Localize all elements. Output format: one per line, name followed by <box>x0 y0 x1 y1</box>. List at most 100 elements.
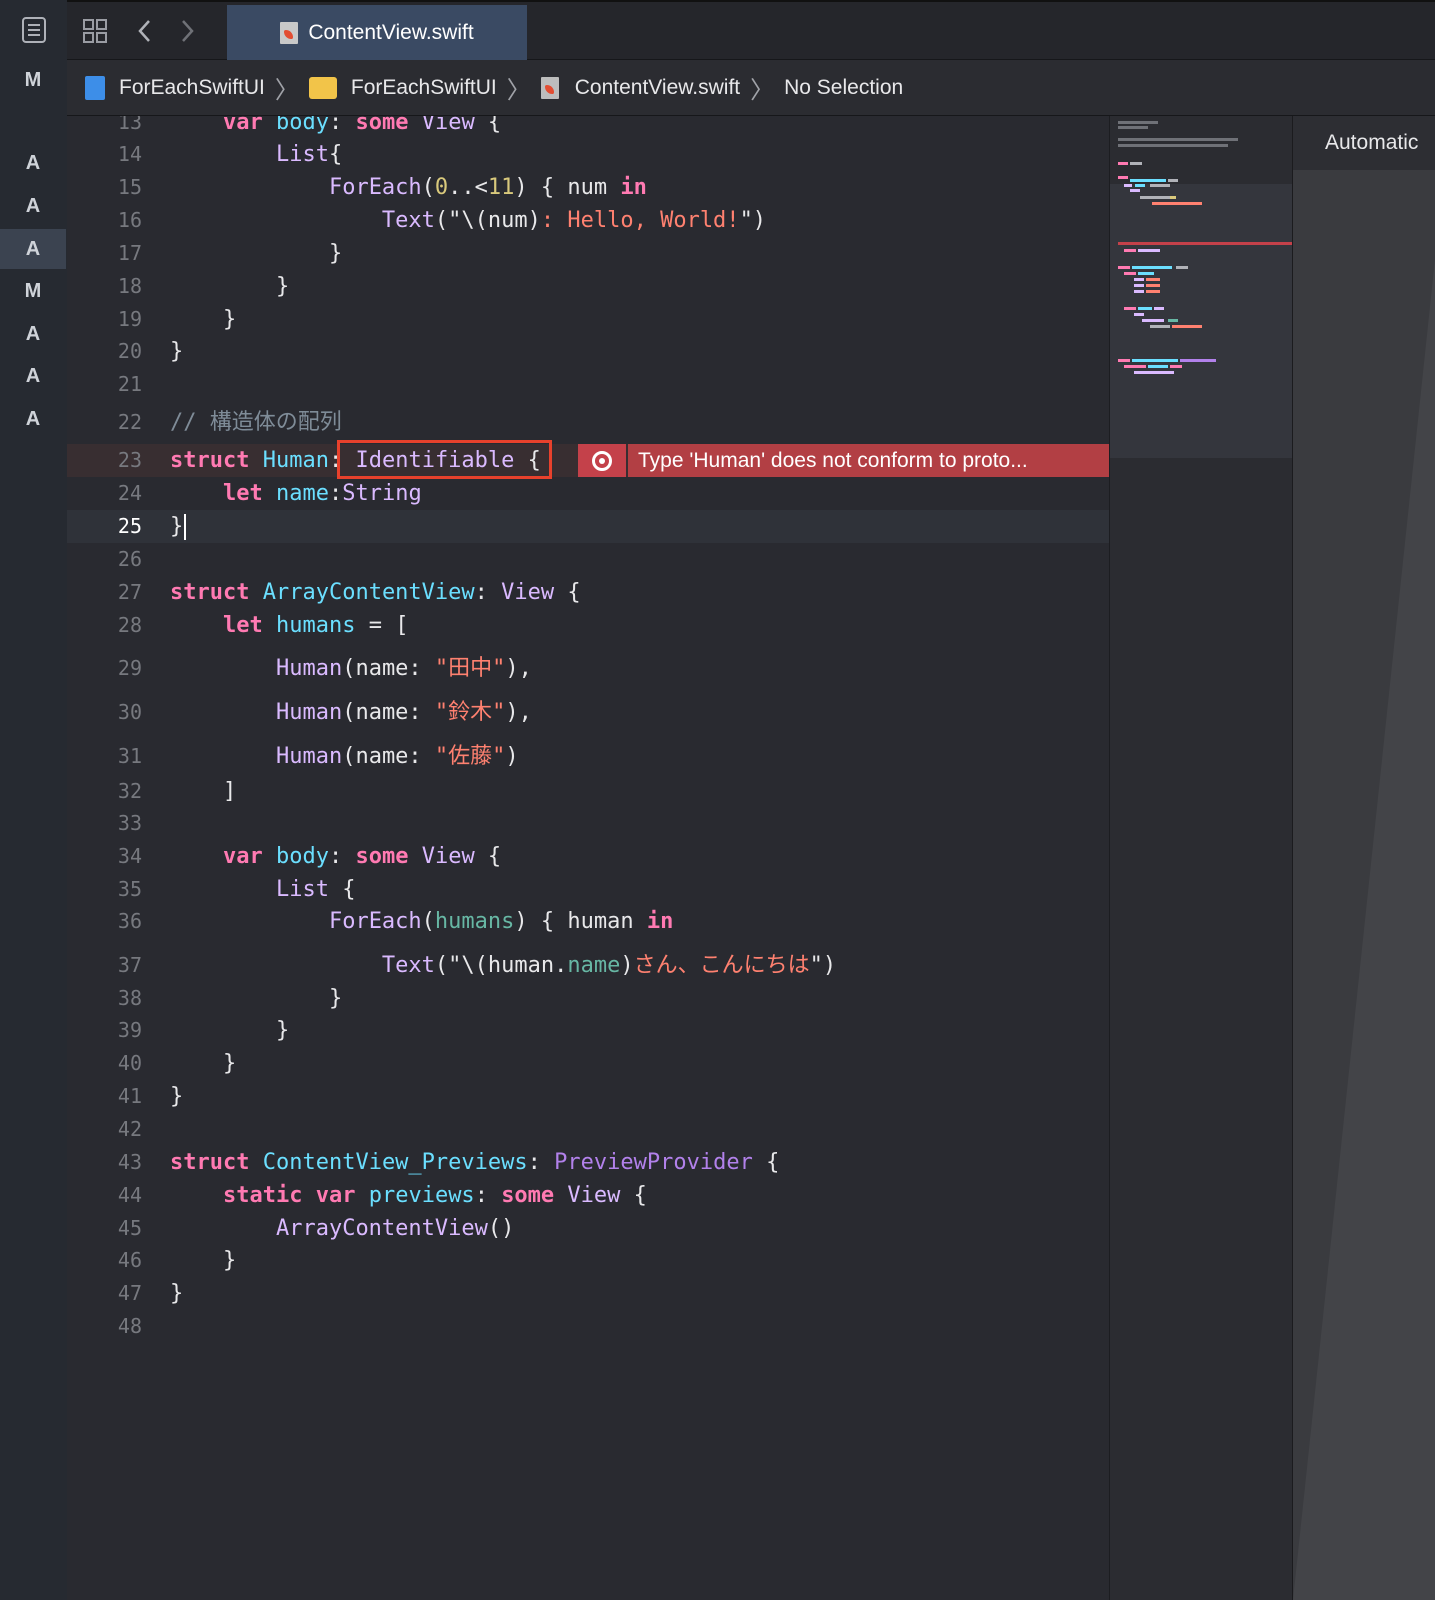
line-number[interactable]: 17 <box>67 237 142 270</box>
breadcrumb-group[interactable]: ForEachSwiftUI <box>351 76 497 100</box>
code-line[interactable]: 18 } <box>67 270 1109 303</box>
code-line[interactable]: 19 } <box>67 303 1109 336</box>
code-token: ") <box>739 208 767 233</box>
line-number[interactable]: 13 <box>67 116 142 139</box>
code-line[interactable]: 40 } <box>67 1047 1109 1080</box>
breadcrumb-file[interactable]: ContentView.swift <box>575 76 740 100</box>
code-line[interactable]: 28 let humans = [ <box>67 609 1109 642</box>
line-number[interactable]: 14 <box>67 138 142 171</box>
code-line[interactable]: 21 <box>67 368 1109 401</box>
line-number[interactable]: 44 <box>67 1179 142 1212</box>
code-line[interactable]: 47} <box>67 1277 1109 1310</box>
code-line[interactable]: 27 struct ArrayContentView: View { <box>67 576 1109 609</box>
line-number[interactable]: 37 <box>67 949 142 982</box>
line-number[interactable]: 31 <box>67 740 142 773</box>
chevron-left-icon[interactable] <box>125 2 165 60</box>
code-line[interactable]: 38 } <box>67 982 1109 1015</box>
line-number[interactable]: 24 <box>67 477 142 510</box>
code-line[interactable]: 25} <box>67 510 1109 543</box>
line-number[interactable]: 47 <box>67 1277 142 1310</box>
code-line[interactable]: 34 var body: some View { <box>67 840 1109 873</box>
error-banner[interactable]: Type 'Human' does not conform to proto..… <box>578 444 1109 477</box>
grid-icon[interactable] <box>75 2 115 60</box>
code-token: previews <box>368 1183 475 1208</box>
code-editor[interactable]: 13 var body: some View {14 List{15 ForEa… <box>67 116 1109 1600</box>
code-line[interactable]: 36 ForEach(humans) { human in <box>67 905 1109 938</box>
line-number[interactable]: 16 <box>67 204 142 237</box>
code-token: (name: <box>342 700 435 725</box>
breadcrumb-selection[interactable]: No Selection <box>784 76 903 100</box>
code-line[interactable]: 30 Human(name: "鈴木"), <box>67 696 1109 729</box>
preview-title[interactable]: Automatic <box>1293 116 1435 170</box>
code-line[interactable]: 14 List{ <box>67 138 1109 171</box>
line-number[interactable]: 46 <box>67 1244 142 1277</box>
chevron-right-icon[interactable] <box>167 2 207 60</box>
line-number[interactable]: 23 <box>67 444 142 477</box>
code-token: さん、こんにちは <box>633 953 810 978</box>
breadcrumb-project[interactable]: ForEachSwiftUI <box>119 76 265 100</box>
line-number[interactable]: 18 <box>67 270 142 303</box>
line-number[interactable]: 43 <box>67 1146 142 1179</box>
code-line[interactable]: 15 ForEach(0..<11) { num in <box>67 171 1109 204</box>
code-line[interactable]: 13 var body: some View { <box>67 116 1109 139</box>
line-number[interactable]: 34 <box>67 840 142 873</box>
minimap-visible-region[interactable] <box>1110 184 1292 458</box>
line-number[interactable]: 39 <box>67 1014 142 1047</box>
code-line[interactable]: 20} <box>67 335 1109 368</box>
tab-contentview-swift[interactable]: ContentView.swift <box>227 5 527 60</box>
code-line[interactable]: 29 Human(name: "田中"), <box>67 652 1109 685</box>
line-number[interactable]: 21 <box>67 368 142 401</box>
line-number[interactable]: 29 <box>67 652 142 685</box>
code-line[interactable]: 39 } <box>67 1014 1109 1047</box>
code-line[interactable]: 23 struct Human: Identifiable {Type 'Huma… <box>67 440 1109 479</box>
code-line[interactable]: 26 <box>67 543 1109 576</box>
code-line[interactable]: 46 } <box>67 1244 1109 1277</box>
line-number[interactable]: 33 <box>67 807 142 840</box>
code-line[interactable]: 37 Text("\(human.name)さん、こんにちは") <box>67 949 1109 982</box>
code-line[interactable]: 22 // 構造体の配列 <box>67 406 1109 439</box>
line-number[interactable]: 32 <box>67 775 142 808</box>
line-number[interactable]: 20 <box>67 335 142 368</box>
line-number[interactable]: 28 <box>67 609 142 642</box>
minimap[interactable] <box>1109 116 1296 1600</box>
code-line[interactable]: 32 ] <box>67 775 1109 808</box>
line-number[interactable]: 25 <box>67 510 142 543</box>
line-number[interactable]: 41 <box>67 1080 142 1113</box>
line-number[interactable]: 15 <box>67 171 142 204</box>
line-number[interactable]: 45 <box>67 1212 142 1245</box>
code-line[interactable]: 31 Human(name: "佐藤") <box>67 740 1109 773</box>
code-line[interactable]: 41} <box>67 1080 1109 1113</box>
code-token: () <box>487 1216 515 1241</box>
code-line[interactable]: 17 } <box>67 237 1109 270</box>
code-token: ForEach <box>328 909 422 934</box>
source-control-status: A <box>25 322 41 345</box>
code-line[interactable]: 43 struct ContentView_Previews: PreviewPr… <box>67 1146 1109 1179</box>
code-line[interactable]: 42 <box>67 1113 1109 1146</box>
code-text: List{ <box>170 138 342 171</box>
code-line[interactable]: 44 static var previews: some View { <box>67 1179 1109 1212</box>
line-number[interactable]: 42 <box>67 1113 142 1146</box>
line-number[interactable]: 19 <box>67 303 142 336</box>
code-line[interactable]: 45 ArrayContentView() <box>67 1212 1109 1245</box>
related-items-icon[interactable] <box>0 0 67 60</box>
line-number[interactable]: 27 <box>67 576 142 609</box>
line-number[interactable]: 26 <box>67 543 142 576</box>
line-number[interactable]: 38 <box>67 982 142 1015</box>
code-line[interactable]: 35 List { <box>67 873 1109 906</box>
code-line[interactable]: 16 Text("\(num): Hello, World!") <box>67 204 1109 237</box>
line-number[interactable]: 40 <box>67 1047 142 1080</box>
error-icon[interactable] <box>578 444 626 477</box>
line-number[interactable]: 48 <box>67 1310 142 1343</box>
error-message[interactable]: Type 'Human' does not conform to proto..… <box>628 444 1109 477</box>
code-line[interactable]: 48 <box>67 1310 1109 1343</box>
code-line[interactable]: 24 let name:String <box>67 477 1109 510</box>
line-number[interactable]: 35 <box>67 873 142 906</box>
code-line[interactable]: 33 <box>67 807 1109 840</box>
line-number[interactable]: 30 <box>67 696 142 729</box>
minimap-line <box>1118 126 1148 129</box>
code-token: var <box>315 1183 356 1208</box>
line-number[interactable]: 36 <box>67 905 142 938</box>
line-number[interactable]: 22 <box>67 406 142 439</box>
